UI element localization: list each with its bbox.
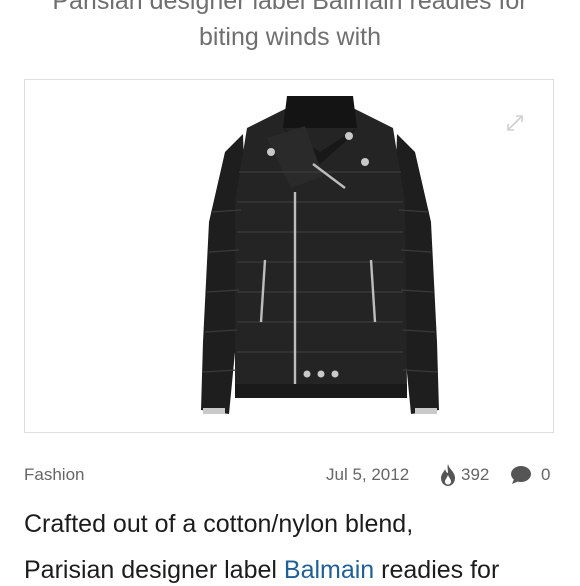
jacket-image	[201, 96, 439, 414]
article-body-line-1: Crafted out of a cotton/nylon blend,	[24, 510, 414, 538]
product-image-card[interactable]	[24, 79, 554, 433]
article-body-line-2: Parisian designer label Balmain readies …	[24, 554, 499, 586]
publish-date: Jul 5, 2012	[326, 465, 410, 484]
category-link[interactable]: Fashion	[24, 465, 84, 485]
view-count: 392	[461, 465, 490, 484]
article-headline-line-1: Parisian designer label Balmain readies …	[52, 0, 528, 15]
article-headline-line-2: biting winds with	[198, 23, 382, 51]
expand-icon[interactable]	[505, 113, 525, 133]
comment-bubble-icon[interactable]	[510, 465, 532, 485]
flame-icon	[441, 464, 455, 486]
comment-count[interactable]: 0	[541, 465, 550, 485]
article-meta-row: Fashion Jul 5, 2012 392 0	[0, 460, 580, 488]
